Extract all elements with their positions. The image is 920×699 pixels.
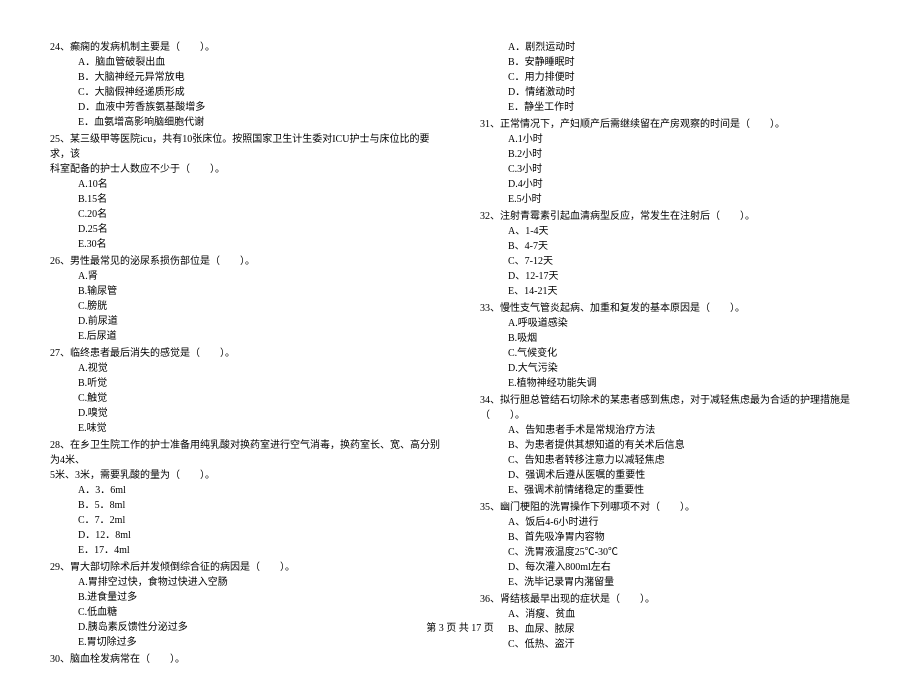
q30-opt-d: D．情绪激动时	[480, 85, 870, 100]
q27: 27、临终患者最后消失的感觉是（ ）。 A.视觉 B.听觉 C.触觉 D.嗅觉 …	[50, 346, 440, 436]
q28-opt-d: D．12．8ml	[50, 528, 440, 543]
q28-opt-b: B．5．8ml	[50, 498, 440, 513]
q33-opt-b: B.吸烟	[480, 331, 870, 346]
q24-opt-a: A．脑血管破裂出血	[50, 55, 440, 70]
q28-opt-c: C．7．2ml	[50, 513, 440, 528]
q35-opt-c: C、洗胃液温度25℃-30℃	[480, 545, 870, 560]
q31-stem: 31、正常情况下，产妇顺产后需继续留在产房观察的时间是（ ）。	[480, 117, 870, 132]
q28-stem-1: 28、在乡卫生院工作的护士准备用纯乳酸对换药室进行空气消毒，换药室长、宽、高分别…	[50, 438, 440, 468]
q28: 28、在乡卫生院工作的护士准备用纯乳酸对换药室进行空气消毒，换药室长、宽、高分别…	[50, 438, 440, 558]
q26-opt-b: B.输尿管	[50, 284, 440, 299]
q34-opt-e: E、强调术前情绪稳定的重要性	[480, 483, 870, 498]
q26-stem: 26、男性最常见的泌尿系损伤部位是（ ）。	[50, 254, 440, 269]
q32: 32、注射青霉素引起血清病型反应，常发生在注射后（ ）。 A、1-4天 B、4-…	[480, 209, 870, 299]
q36-stem: 36、肾结核最早出现的症状是（ ）。	[480, 592, 870, 607]
q29: 29、胃大部切除术后并发倾倒综合征的病因是（ ）。 A.胃排空过快，食物过快进入…	[50, 560, 440, 650]
q32-stem: 32、注射青霉素引起血清病型反应，常发生在注射后（ ）。	[480, 209, 870, 224]
q24-stem: 24、癫痫的发病机制主要是（ ）。	[50, 40, 440, 55]
q31-opt-c: C.3小时	[480, 162, 870, 177]
q25-stem-1: 25、某三级甲等医院icu，共有10张床位。按照国家卫生计生委对ICU护士与床位…	[50, 132, 440, 162]
q25: 25、某三级甲等医院icu，共有10张床位。按照国家卫生计生委对ICU护士与床位…	[50, 132, 440, 252]
q29-stem: 29、胃大部切除术后并发倾倒综合征的病因是（ ）。	[50, 560, 440, 575]
q31: 31、正常情况下，产妇顺产后需继续留在产房观察的时间是（ ）。 A.1小时 B.…	[480, 117, 870, 207]
q24-opt-d: D．血液中芳香族氨基酸增多	[50, 100, 440, 115]
q27-opt-d: D.嗅觉	[50, 406, 440, 421]
q35-stem: 35、幽门梗阻的洗胃操作下列哪项不对（ ）。	[480, 500, 870, 515]
q32-opt-b: B、4-7天	[480, 239, 870, 254]
q25-opt-b: B.15名	[50, 192, 440, 207]
q35-opt-a: A、饭后4-6小时进行	[480, 515, 870, 530]
q25-opt-c: C.20名	[50, 207, 440, 222]
q28-opt-a: A．3．6ml	[50, 483, 440, 498]
q32-opt-c: C、7-12天	[480, 254, 870, 269]
q29-opt-b: B.进食量过多	[50, 590, 440, 605]
q29-opt-e: E.胃切除过多	[50, 635, 440, 650]
q30-opt-e: E．静坐工作时	[480, 100, 870, 115]
q30-opts: A．剧烈运动时 B．安静睡眠时 C．用力排便时 D．情绪激动时 E．静坐工作时	[480, 40, 870, 115]
q35-opt-e: E、洗毕记录胃内潴留量	[480, 575, 870, 590]
q32-opt-a: A、1-4天	[480, 224, 870, 239]
q27-opt-e: E.味觉	[50, 421, 440, 436]
q27-opt-a: A.视觉	[50, 361, 440, 376]
q34-stem: 34、拟行胆总管结石切除术的某患者感到焦虑，对于减轻焦虑最为合适的护理措施是（ …	[480, 393, 870, 423]
q31-opt-b: B.2小时	[480, 147, 870, 162]
left-column: 24、癫痫的发病机制主要是（ ）。 A．脑血管破裂出血 B．大脑神经元异常放电 …	[50, 40, 440, 669]
q34-opt-a: A、告知患者手术是常规治疗方法	[480, 423, 870, 438]
exam-page: 24、癫痫的发病机制主要是（ ）。 A．脑血管破裂出血 B．大脑神经元异常放电 …	[0, 0, 920, 699]
q30-opt-c: C．用力排便时	[480, 70, 870, 85]
q27-stem: 27、临终患者最后消失的感觉是（ ）。	[50, 346, 440, 361]
q26: 26、男性最常见的泌尿系损伤部位是（ ）。 A.肾 B.输尿管 C.膀胱 D.前…	[50, 254, 440, 344]
q24-opt-b: B．大脑神经元异常放电	[50, 70, 440, 85]
q34: 34、拟行胆总管结石切除术的某患者感到焦虑，对于减轻焦虑最为合适的护理措施是（ …	[480, 393, 870, 498]
q30-opt-b: B．安静睡眠时	[480, 55, 870, 70]
q33-opt-a: A.呼吸道感染	[480, 316, 870, 331]
q25-opt-a: A.10名	[50, 177, 440, 192]
q31-opt-a: A.1小时	[480, 132, 870, 147]
q30: 30、脑血栓发病常在（ ）。	[50, 652, 440, 667]
right-column: A．剧烈运动时 B．安静睡眠时 C．用力排便时 D．情绪激动时 E．静坐工作时 …	[480, 40, 870, 669]
q31-opt-e: E.5小时	[480, 192, 870, 207]
q28-opt-e: E．17．4ml	[50, 543, 440, 558]
q28-stem-2: 5米、3米，需要乳酸的量为（ ）。	[50, 468, 440, 483]
q35: 35、幽门梗阻的洗胃操作下列哪项不对（ ）。 A、饭后4-6小时进行 B、首先吸…	[480, 500, 870, 590]
q35-opt-d: D、每次灌入800ml左右	[480, 560, 870, 575]
q27-opt-b: B.听觉	[50, 376, 440, 391]
page-footer: 第 3 页 共 17 页	[0, 621, 920, 636]
q33-opt-e: E.植物神经功能失调	[480, 376, 870, 391]
q33-stem: 33、慢性支气管炎起病、加重和复发的基本原因是（ ）。	[480, 301, 870, 316]
q25-opt-d: D.25名	[50, 222, 440, 237]
q32-opt-e: E、14-21天	[480, 284, 870, 299]
q29-opt-c: C.低血糖	[50, 605, 440, 620]
q36-opt-a: A、消瘦、贫血	[480, 607, 870, 622]
q33-opt-d: D.大气污染	[480, 361, 870, 376]
q24-opt-c: C．大脑假神经递质形成	[50, 85, 440, 100]
q26-opt-d: D.前尿道	[50, 314, 440, 329]
q29-opt-a: A.胃排空过快，食物过快进入空肠	[50, 575, 440, 590]
q30-stem: 30、脑血栓发病常在（ ）。	[50, 652, 440, 667]
q27-opt-c: C.触觉	[50, 391, 440, 406]
q25-opt-e: E.30名	[50, 237, 440, 252]
q30-opt-a: A．剧烈运动时	[480, 40, 870, 55]
q33-opt-c: C.气候变化	[480, 346, 870, 361]
q26-opt-e: E.后尿道	[50, 329, 440, 344]
q24-opt-e: E．血氨增高影响脑细胞代谢	[50, 115, 440, 130]
q34-opt-b: B、为患者提供其想知道的有关术后信息	[480, 438, 870, 453]
q25-stem-2: 科室配备的护士人数应不少于（ ）。	[50, 162, 440, 177]
q26-opt-a: A.肾	[50, 269, 440, 284]
q35-opt-b: B、首先吸净胃内容物	[480, 530, 870, 545]
q34-opt-c: C、告知患者转移注意力以减轻焦虑	[480, 453, 870, 468]
q32-opt-d: D、12-17天	[480, 269, 870, 284]
q34-opt-d: D、强调术后遵从医嘱的重要性	[480, 468, 870, 483]
q33: 33、慢性支气管炎起病、加重和复发的基本原因是（ ）。 A.呼吸道感染 B.吸烟…	[480, 301, 870, 391]
q26-opt-c: C.膀胱	[50, 299, 440, 314]
q24: 24、癫痫的发病机制主要是（ ）。 A．脑血管破裂出血 B．大脑神经元异常放电 …	[50, 40, 440, 130]
q31-opt-d: D.4小时	[480, 177, 870, 192]
